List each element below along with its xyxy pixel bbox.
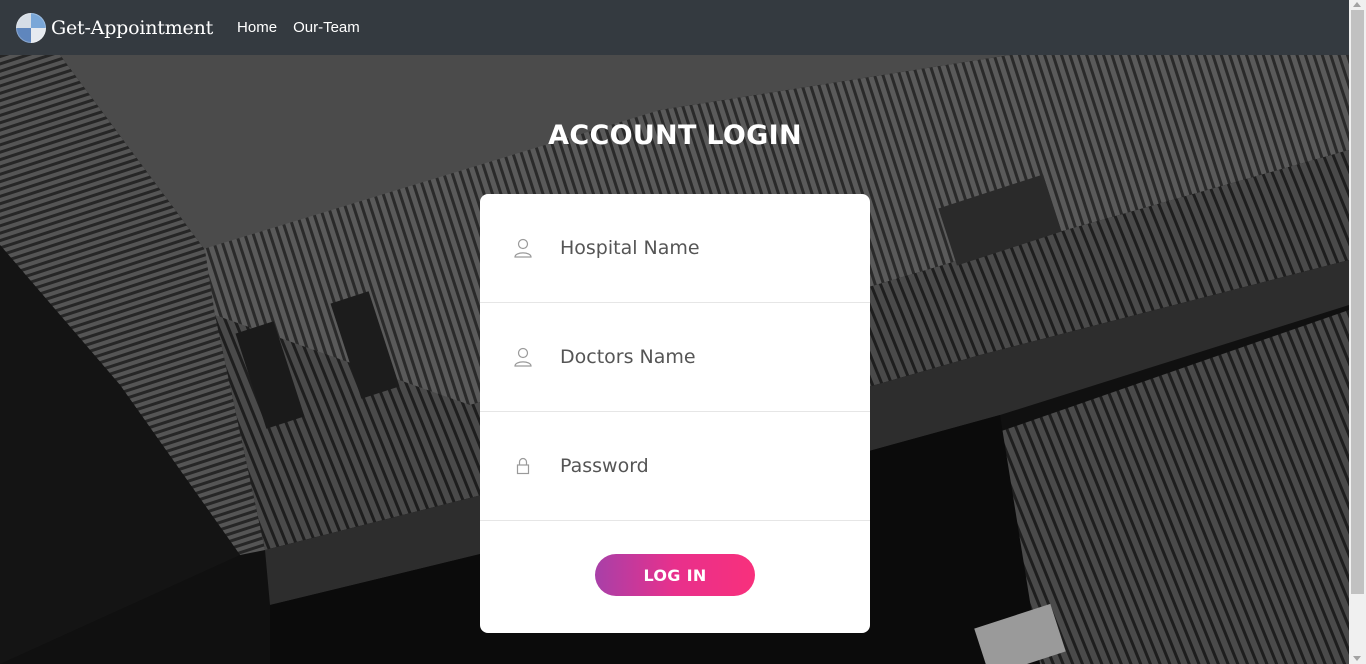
globe-logo-icon	[16, 12, 46, 43]
scroll-up-arrow-icon[interactable]	[1353, 2, 1361, 7]
nav-links: Home Our-Team	[237, 19, 376, 36]
brand[interactable]: Get-Appointment	[16, 12, 214, 43]
lock-icon	[513, 455, 533, 477]
user-icon	[513, 346, 533, 368]
nav-link-our-team[interactable]: Our-Team	[293, 19, 360, 36]
login-form: LOG IN	[480, 194, 870, 633]
doctors-name-input[interactable]	[560, 346, 840, 368]
password-field	[480, 412, 870, 521]
doctors-name-field	[480, 303, 870, 412]
hospital-name-input[interactable]	[560, 237, 840, 259]
button-row: LOG IN	[480, 521, 870, 629]
user-icon	[513, 237, 533, 259]
top-navbar: Get-Appointment Home Our-Team	[0, 0, 1349, 55]
vertical-scrollbar[interactable]	[1349, 0, 1366, 664]
nav-link-home[interactable]: Home	[237, 19, 277, 36]
hospital-name-field	[480, 194, 870, 303]
scrollbar-thumb[interactable]	[1351, 10, 1364, 594]
brand-name: Get-Appointment	[51, 16, 214, 39]
scroll-down-arrow-icon[interactable]	[1353, 656, 1361, 661]
password-input[interactable]	[560, 455, 840, 477]
login-button[interactable]: LOG IN	[595, 554, 755, 596]
login-title: ACCOUNT LOGIN	[548, 120, 802, 151]
